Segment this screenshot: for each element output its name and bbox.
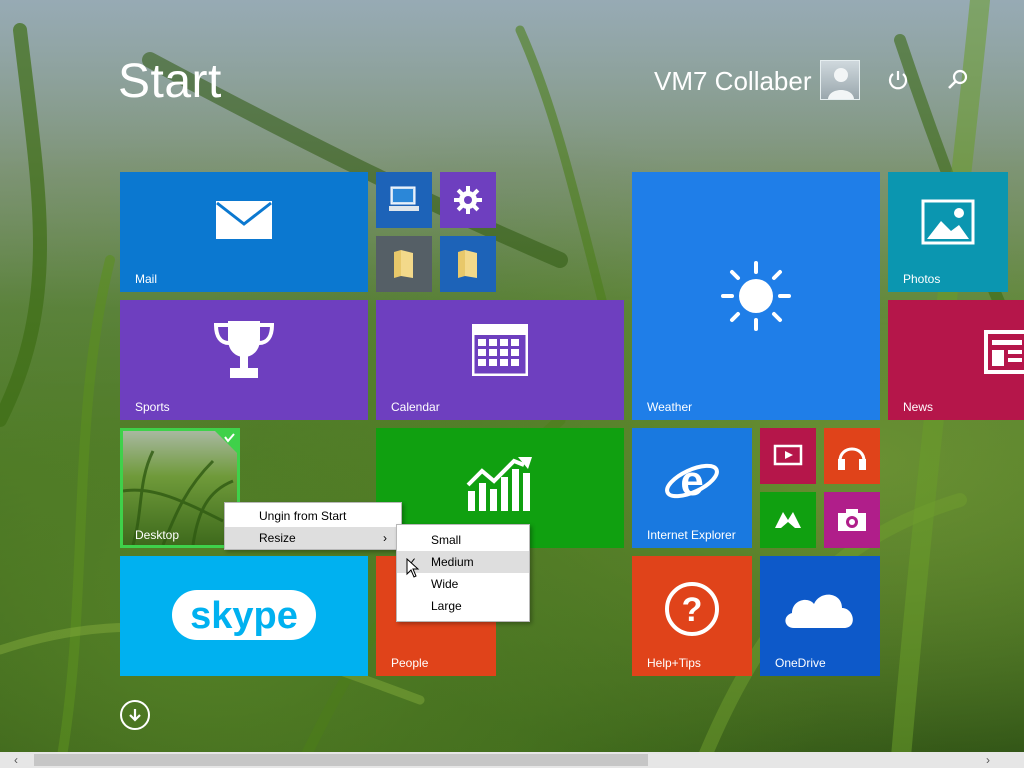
tile-label: Calendar: [391, 400, 440, 414]
computer-icon: [389, 186, 419, 211]
menu-item-label: Medium: [431, 555, 474, 569]
tile-news[interactable]: News: [888, 300, 1024, 420]
camera-icon: [838, 509, 866, 531]
tile-label: People: [391, 656, 429, 670]
arrow-down-icon: [129, 709, 141, 722]
tile-file-explorer[interactable]: [440, 236, 496, 292]
menu-item-unpin[interactable]: Ungin from Start: [225, 505, 401, 527]
user-avatar-icon: [828, 68, 854, 99]
svg-text:?: ?: [682, 591, 703, 629]
folder-icon: [394, 250, 413, 278]
tile-label: Mail: [135, 272, 158, 286]
folder-icon: [458, 250, 477, 278]
chart-icon: [466, 457, 532, 512]
tile-video[interactable]: [760, 428, 816, 484]
help-icon: ?: [665, 581, 719, 636]
user-name[interactable]: VM7 Collaber: [654, 66, 812, 97]
tile-context-menu: Ungin from Start Resize ›: [224, 502, 402, 550]
tile-label: OneDrive: [775, 656, 826, 670]
gear-icon: [454, 186, 482, 214]
mail-icon: [216, 201, 272, 239]
tile-label: Desktop: [135, 528, 180, 542]
tile-label: Photos: [903, 272, 941, 286]
menu-item-label: Large: [431, 599, 462, 613]
headphones-icon: [838, 447, 866, 470]
xbox-games-icon: [775, 512, 801, 528]
menu-item-label: Ungin from Start: [259, 509, 347, 523]
scroll-left-icon[interactable]: ‹: [8, 752, 24, 768]
tile-label: Weather: [647, 400, 693, 414]
menu-item-large[interactable]: Large: [397, 595, 529, 617]
all-apps-button[interactable]: [120, 700, 150, 730]
tile-weather[interactable]: Weather: [632, 172, 880, 420]
tile-label: Sports: [135, 400, 170, 414]
trophy-icon: [213, 321, 275, 379]
tile-label: Help+Tips: [647, 656, 701, 670]
tile-games[interactable]: [760, 492, 816, 548]
tile-pc-settings[interactable]: [440, 172, 496, 228]
menu-item-resize[interactable]: Resize ›: [225, 527, 401, 549]
menu-item-small[interactable]: Small: [397, 529, 529, 551]
tile-documents[interactable]: [376, 236, 432, 292]
tile-help-tips[interactable]: ? Help+Tips: [632, 556, 752, 676]
submenu-arrow-icon: ›: [383, 531, 387, 545]
skype-wordmark: skype: [190, 595, 298, 637]
calendar-icon: [472, 324, 528, 377]
power-icon[interactable]: [886, 68, 910, 92]
sun-icon: [721, 261, 791, 331]
svg-text:e: e: [680, 457, 703, 504]
tile-calendar[interactable]: Calendar: [376, 300, 624, 420]
scroll-right-icon[interactable]: ›: [980, 752, 996, 768]
newspaper-icon: [984, 330, 1024, 374]
menu-item-label: Wide: [431, 577, 459, 591]
menu-item-label: Resize: [259, 531, 296, 545]
cloud-icon: [785, 594, 853, 628]
tile-desktop[interactable]: Desktop: [120, 428, 240, 548]
mouse-cursor-icon: [406, 558, 420, 578]
start-title: Start: [118, 55, 222, 108]
tile-skype[interactable]: skype: [120, 556, 368, 676]
tile-photos[interactable]: Photos: [888, 172, 1008, 292]
internet-explorer-icon: e: [665, 457, 719, 504]
tile-this-pc[interactable]: [376, 172, 432, 228]
selected-check-icon: [215, 431, 237, 453]
tile-label: Internet Explorer: [647, 528, 736, 542]
tile-sports[interactable]: Sports: [120, 300, 368, 420]
user-avatar[interactable]: [820, 60, 860, 100]
tile-internet-explorer[interactable]: e Internet Explorer: [632, 428, 752, 548]
menu-item-label: Small: [431, 533, 462, 547]
skype-logo: skype: [172, 590, 316, 640]
search-icon[interactable]: [946, 68, 970, 92]
tile-mail[interactable]: Mail: [120, 172, 368, 292]
video-icon: [773, 444, 803, 466]
photo-icon: [921, 199, 975, 245]
horizontal-scrollbar[interactable]: ‹ ›: [0, 752, 1024, 768]
tile-music[interactable]: [824, 428, 880, 484]
tile-label: News: [903, 400, 934, 414]
scrollbar-thumb[interactable]: [34, 754, 648, 766]
tile-camera[interactable]: [824, 492, 880, 548]
tile-onedrive[interactable]: OneDrive: [760, 556, 880, 676]
